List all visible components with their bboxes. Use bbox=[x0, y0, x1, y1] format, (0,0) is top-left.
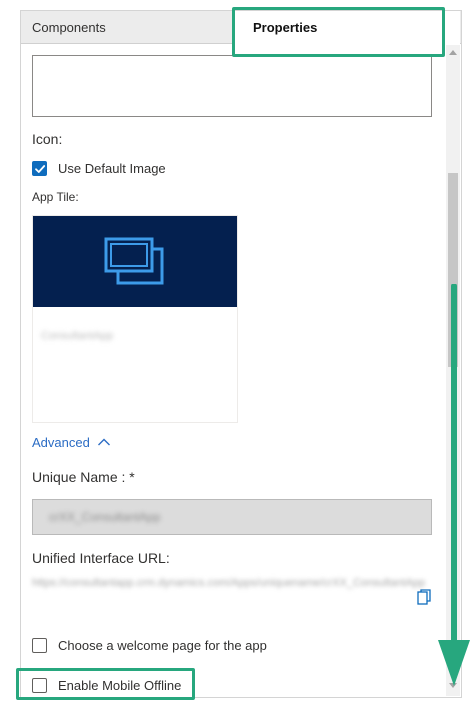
chevron-up-icon[interactable] bbox=[97, 437, 111, 447]
unique-name-label: Unique Name : * bbox=[32, 469, 135, 485]
app-tile-label: App Tile: bbox=[32, 190, 79, 204]
description-textarea[interactable] bbox=[32, 55, 432, 117]
scroll-up-icon[interactable] bbox=[449, 49, 457, 55]
app-tile-name: ConsultantApp bbox=[41, 330, 114, 342]
use-default-image-checkbox[interactable] bbox=[32, 161, 47, 176]
tab-components[interactable]: Components bbox=[32, 11, 106, 44]
properties-panel: Components Properties Icon: Use Default … bbox=[20, 10, 462, 698]
unified-interface-url[interactable]: https://consultantapp.crm.dynamics.com/A… bbox=[32, 575, 425, 592]
icon-heading: Icon: bbox=[32, 131, 63, 147]
app-tile-icon-area bbox=[33, 216, 237, 307]
unique-name-field[interactable]: crXX_ConsultantApp bbox=[32, 499, 432, 535]
app-window-icon bbox=[104, 237, 164, 285]
unique-name-value: crXX_ConsultantApp bbox=[49, 510, 161, 524]
welcome-page-checkbox[interactable] bbox=[32, 638, 47, 653]
app-tile-preview: ConsultantApp bbox=[32, 215, 238, 423]
checkmark-icon bbox=[35, 165, 46, 173]
scroll-down-arrow-icon bbox=[438, 284, 470, 686]
mobile-offline-highlight bbox=[16, 668, 195, 700]
copy-icon[interactable] bbox=[417, 589, 431, 605]
advanced-toggle[interactable]: Advanced bbox=[32, 435, 90, 450]
use-default-image-label: Use Default Image bbox=[58, 161, 166, 176]
unified-interface-url-label: Unified Interface URL: bbox=[32, 550, 170, 566]
properties-tab-highlight bbox=[232, 7, 445, 57]
welcome-page-label: Choose a welcome page for the app bbox=[58, 638, 267, 653]
